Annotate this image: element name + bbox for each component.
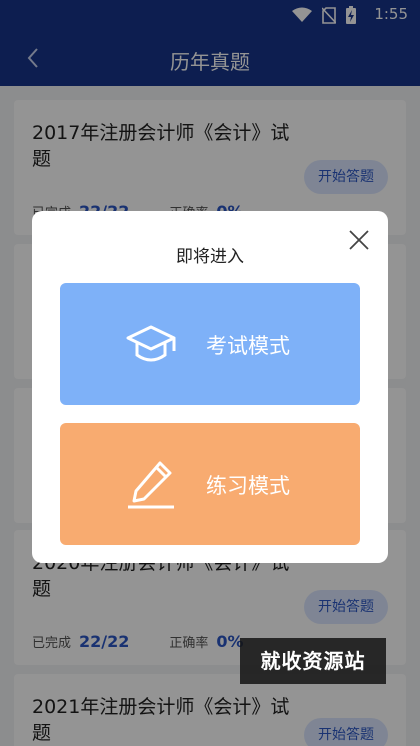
dialog-title: 即将进入 <box>176 247 244 267</box>
graduation-cap-icon <box>126 325 176 362</box>
close-icon[interactable] <box>348 229 370 251</box>
practice-mode-label: 练习模式 <box>206 474 290 498</box>
watermark: 就收资源站 <box>240 638 386 684</box>
pencil-icon <box>128 461 174 509</box>
exam-mode-label: 考试模式 <box>206 334 290 358</box>
practice-mode-button[interactable]: 练习模式 <box>60 423 360 545</box>
exam-mode-button[interactable]: 考试模式 <box>60 283 360 405</box>
mode-select-dialog: 即将进入 考试模式 练习模式 <box>32 211 388 563</box>
